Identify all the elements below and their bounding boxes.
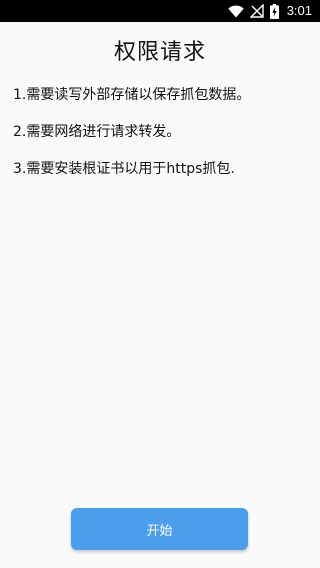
permission-request-screen: 权限请求 1.需要读写外部存储以保存抓包数据。 2.需要网络进行请求转发。 3.…: [0, 22, 320, 568]
permission-item-network: 2.需要网络进行请求转发。: [13, 124, 181, 140]
permission-item-storage: 1.需要读写外部存储以保存抓包数据。: [13, 87, 251, 103]
signal-off-icon: [249, 4, 264, 18]
page-title: 权限请求: [113, 40, 206, 65]
start-button[interactable]: 开始: [71, 508, 248, 550]
wifi-icon: [227, 4, 244, 18]
status-bar: 3:01: [0, 0, 320, 22]
permission-list: 1.需要读写外部存储以保存抓包数据。 2.需要网络进行请求转发。 3.需要安装根…: [13, 84, 313, 195]
status-icons: 3:01: [227, 3, 312, 19]
status-time: 3:01: [286, 3, 312, 18]
battery-charging-icon: [269, 3, 279, 19]
permission-item-certificate: 3.需要安装根证书以用于https抓包.: [13, 161, 235, 177]
